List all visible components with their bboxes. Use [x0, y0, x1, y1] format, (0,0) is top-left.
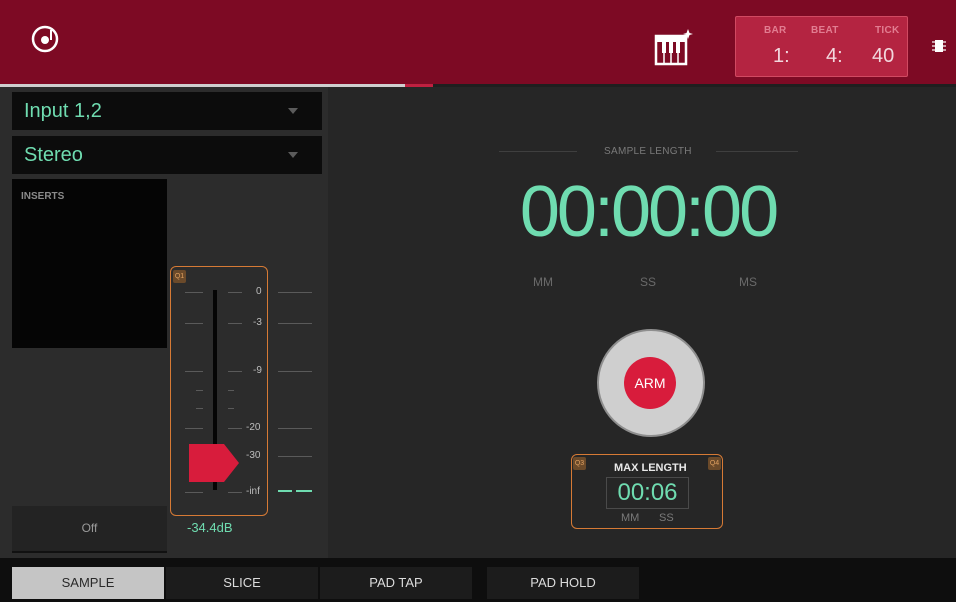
- chip-icon[interactable]: [932, 38, 946, 54]
- scale-label-3: -3: [253, 317, 262, 328]
- scale-tick: [228, 371, 242, 372]
- scale-tick: [228, 492, 242, 493]
- scale-tick: [185, 323, 203, 324]
- divider-line: [716, 151, 798, 152]
- tab-sample[interactable]: SAMPLE: [12, 567, 165, 599]
- scale-label-9: -9: [253, 365, 262, 376]
- divider-line: [499, 151, 577, 152]
- unit-ss: SS: [640, 275, 657, 289]
- tick-label: TICK: [875, 25, 900, 36]
- chevron-down-icon: [288, 108, 298, 114]
- input-source-select[interactable]: Input 1,2: [12, 92, 322, 130]
- bar-label: BAR: [764, 25, 787, 36]
- chevron-down-icon: [288, 152, 298, 158]
- channel-mode-select[interactable]: Stereo: [12, 136, 322, 174]
- q1-tag: Q1: [173, 270, 186, 283]
- scale-tick: [196, 408, 203, 409]
- meter-tick: [278, 371, 312, 372]
- fader-handle[interactable]: [188, 443, 240, 483]
- monitor-off-label: Off: [81, 521, 98, 535]
- tab-sample-label: SAMPLE: [61, 575, 115, 590]
- scale-tick: [228, 292, 242, 293]
- scale-tick: [185, 292, 203, 293]
- level-meter-left: [278, 490, 292, 492]
- arm-button[interactable]: ARM: [624, 357, 676, 409]
- tab-pad-hold-label: PAD HOLD: [530, 575, 596, 590]
- scale-tick: [185, 428, 203, 429]
- max-unit-ss: SS: [659, 512, 674, 524]
- keyboard-sparkle-icon[interactable]: [654, 28, 694, 66]
- scale-tick: [185, 492, 203, 493]
- scale-label-0: 0: [256, 286, 262, 297]
- tab-pad-hold[interactable]: PAD HOLD: [487, 567, 640, 599]
- max-length-value[interactable]: 00:06: [606, 477, 689, 509]
- tick-value: 40: [872, 45, 895, 67]
- transport-counter[interactable]: BAR BEAT TICK 1: 4: 40: [735, 16, 908, 77]
- tab-slice-label: SLICE: [223, 575, 261, 590]
- tab-slice[interactable]: SLICE: [166, 567, 319, 599]
- scale-tick: [228, 390, 234, 391]
- scale-tick: [228, 323, 242, 324]
- bar-value: 1:: [773, 45, 790, 67]
- input-source-value: Input 1,2: [24, 100, 102, 122]
- tab-pad-tap[interactable]: PAD TAP: [320, 567, 473, 599]
- top-bar: BAR BEAT TICK 1: 4: 40: [0, 0, 956, 84]
- sample-length-display: 00:00:00: [519, 172, 779, 252]
- scale-tick: [228, 408, 234, 409]
- inserts-panel[interactable]: INSERTS: [12, 179, 167, 348]
- scale-label-30: -30: [246, 450, 261, 461]
- scale-tick: [185, 371, 203, 372]
- meter-tick: [278, 292, 312, 293]
- inserts-label: INSERTS: [21, 191, 65, 202]
- sample-length-label: SAMPLE LENGTH: [604, 146, 692, 157]
- scale-label-20: -20: [246, 422, 261, 433]
- meter-tick: [278, 323, 312, 324]
- gain-value: -34.4dB: [187, 520, 233, 535]
- max-length-label: MAX LENGTH: [614, 462, 687, 474]
- scale-label-inf: -inf: [246, 486, 260, 497]
- meter-tick: [278, 456, 312, 457]
- turntable-icon[interactable]: [30, 24, 60, 54]
- monitor-off-button[interactable]: Off: [12, 506, 167, 553]
- level-meter-right: [296, 490, 312, 492]
- scale-tick: [228, 428, 242, 429]
- arm-label: ARM: [634, 375, 666, 391]
- beat-value: 4:: [826, 45, 843, 67]
- channel-mode-value: Stereo: [24, 144, 83, 166]
- max-unit-mm: MM: [621, 512, 640, 524]
- beat-label: BEAT: [811, 25, 839, 36]
- q3-tag: Q3: [573, 457, 586, 470]
- unit-mm: MM: [533, 275, 553, 289]
- scale-tick: [196, 390, 203, 391]
- tab-pad-tap-label: PAD TAP: [369, 575, 423, 590]
- meter-tick: [278, 428, 312, 429]
- unit-ms: MS: [739, 275, 757, 289]
- q4-tag: Q4: [708, 457, 721, 470]
